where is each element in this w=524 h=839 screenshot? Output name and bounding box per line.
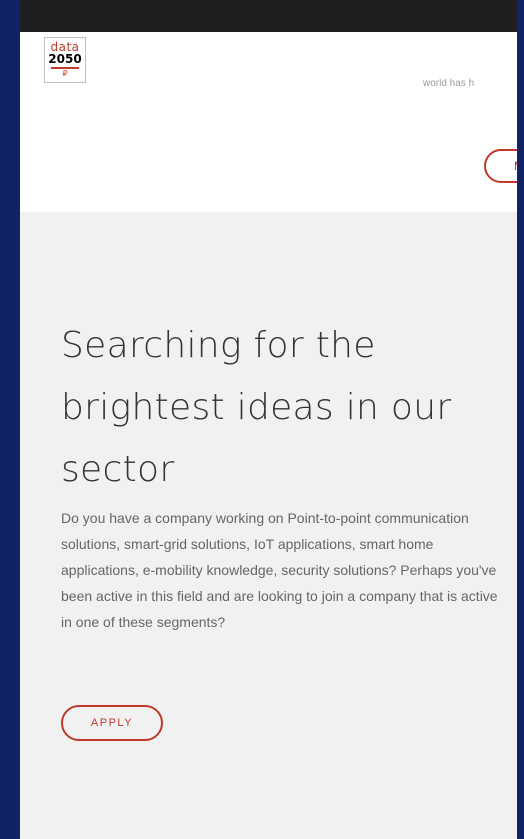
section-description: Do you have a company working on Point-t… [61, 510, 498, 630]
page-frame: data 2050 ₽ world has h M Searching for … [20, 0, 517, 839]
ideas-section: Searching for the brightest ideas in our… [20, 212, 517, 839]
section-heading: Searching for the brightest ideas in our… [61, 325, 452, 490]
apply-button[interactable]: APPLY [61, 705, 163, 741]
logo-mark: ₽ [62, 69, 68, 78]
top-bar [20, 0, 517, 32]
logo-text-year: 2050 [48, 52, 82, 66]
data2050-logo[interactable]: data 2050 ₽ [44, 37, 86, 83]
site-header: data 2050 ₽ world has h M [20, 32, 517, 212]
truncated-header-button[interactable]: M [484, 149, 517, 183]
truncated-header-text: world has h [423, 78, 475, 89]
